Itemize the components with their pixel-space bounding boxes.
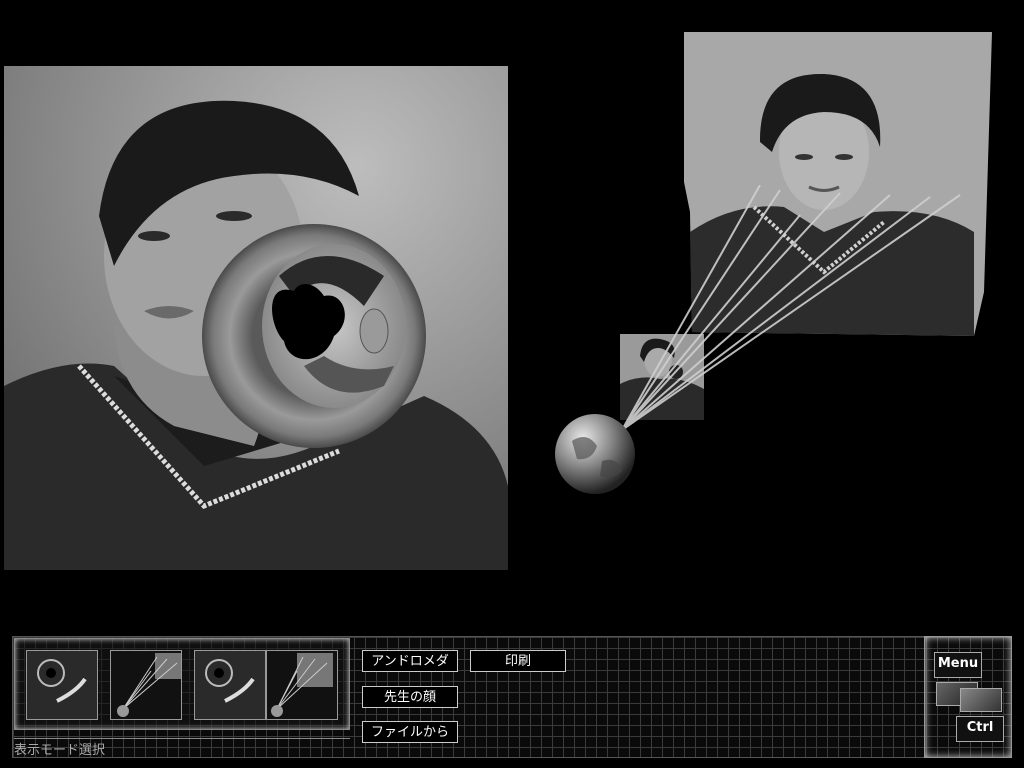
from-file-button[interactable]: ファイルから [362, 721, 458, 743]
ray-view-thumbnail[interactable] [110, 650, 182, 720]
menu-button[interactable]: Menu [934, 652, 982, 678]
mode-select-caption: 表示モード選択 [14, 738, 350, 759]
lens-view-thumbnail[interactable] [194, 650, 266, 720]
menu-ctrl-graphic [960, 688, 1002, 712]
lens-view-thumbnail[interactable] [26, 650, 98, 720]
lensed-portrait-image [4, 66, 508, 570]
ray-view-thumbnail[interactable] [266, 650, 338, 720]
teacher-face-button[interactable]: 先生の顔 [362, 686, 458, 708]
ctrl-button[interactable]: Ctrl [956, 716, 1004, 742]
andromeda-button[interactable]: アンドロメダ [362, 650, 458, 672]
light-rays [621, 185, 961, 431]
globe-icon [555, 414, 635, 494]
print-button[interactable]: 印刷 [470, 650, 566, 672]
